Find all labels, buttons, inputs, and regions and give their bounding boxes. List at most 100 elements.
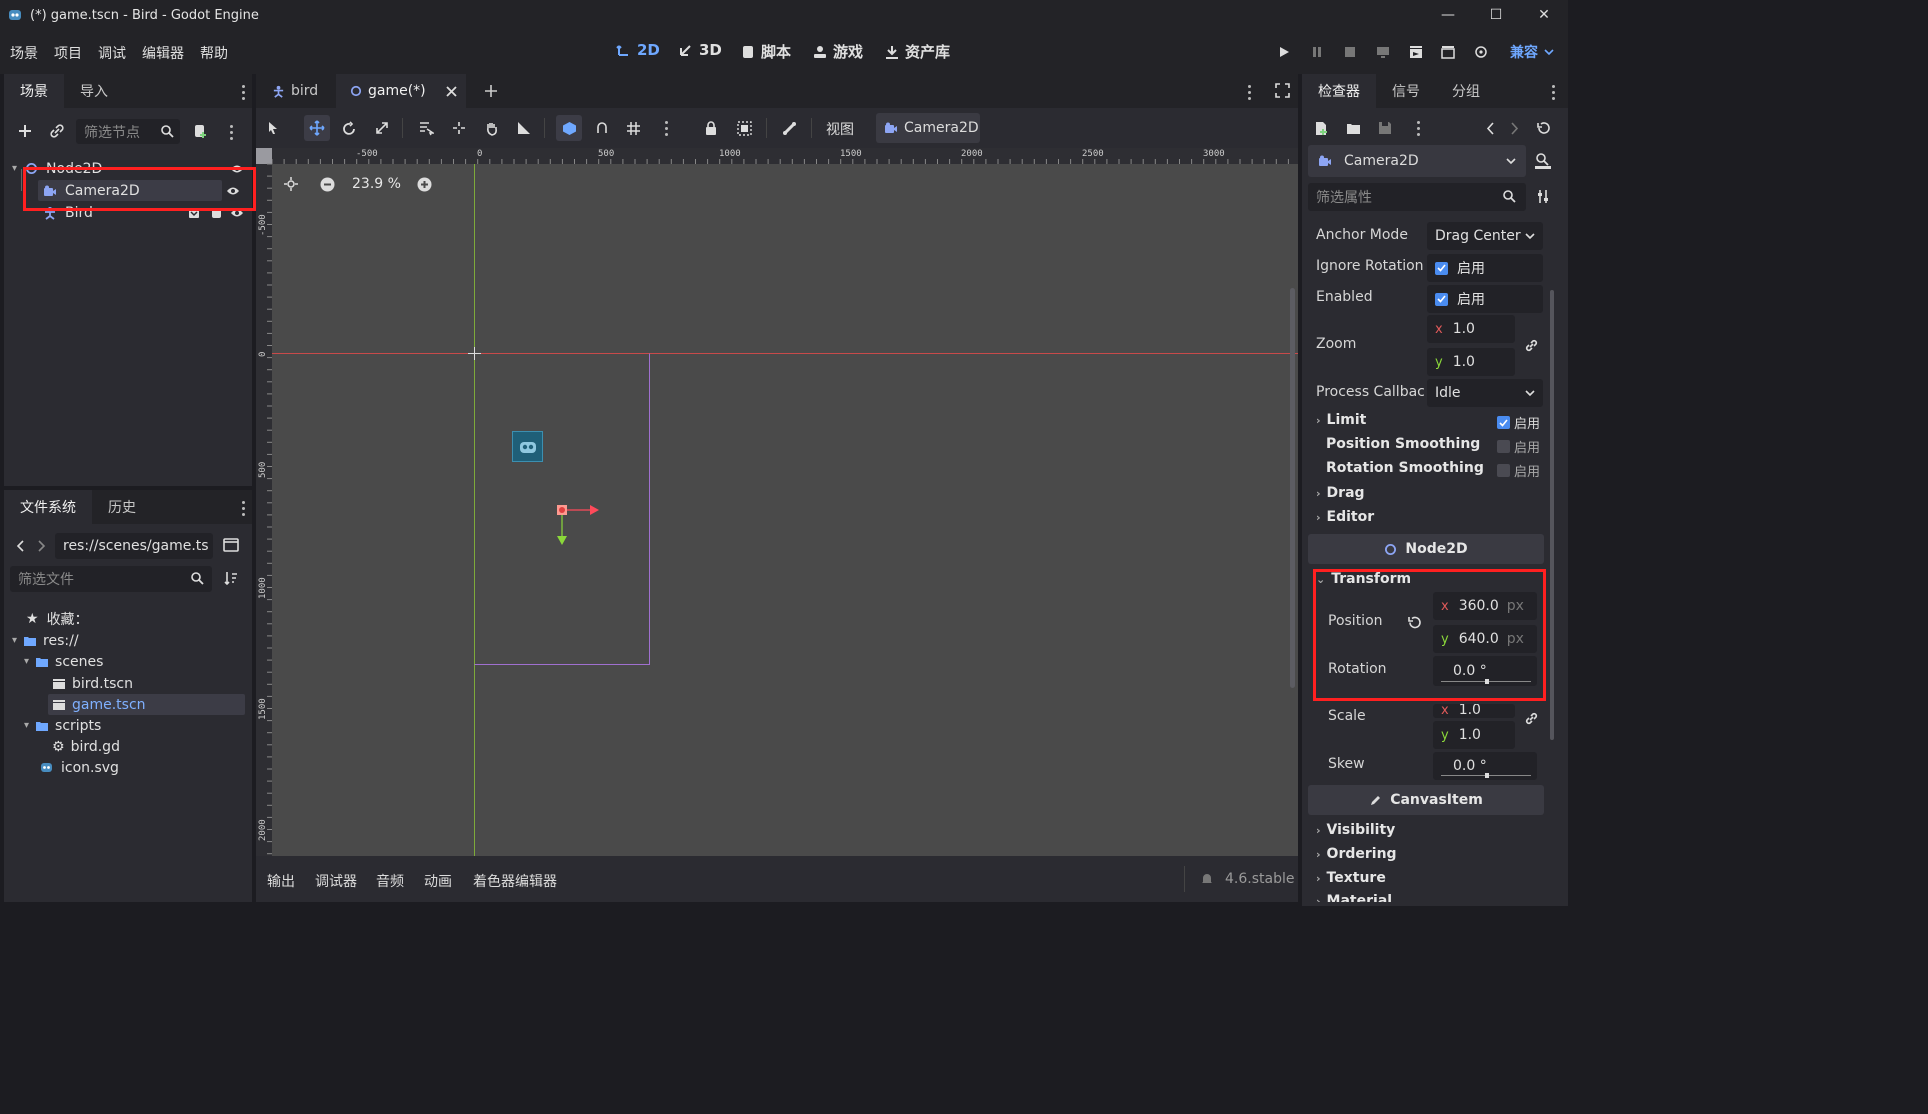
bone-tool-button[interactable] — [778, 117, 800, 139]
inspector-scrollbar[interactable] — [1550, 290, 1554, 740]
grid-snap-button[interactable] — [622, 117, 644, 139]
tab-output[interactable]: 输出 — [267, 871, 295, 891]
open-docs-icon[interactable] — [1534, 152, 1552, 170]
editor-section[interactable]: › Editor — [1316, 509, 1374, 525]
tab-signals[interactable]: 信号 — [1376, 74, 1436, 108]
anchor-mode-dropdown[interactable]: Drag Center — [1427, 222, 1543, 250]
ignore-rotation-checkbox[interactable]: 启用 — [1427, 254, 1543, 282]
tab-groups[interactable]: 分组 — [1436, 74, 1496, 108]
movie-maker-button[interactable] — [1471, 43, 1491, 61]
scenes-folder-row[interactable]: ▾ scenes — [24, 651, 103, 672]
path-field[interactable]: res://scenes/game.ts — [55, 533, 213, 559]
tab-filesystem[interactable]: 文件系统 — [4, 490, 92, 524]
play-button[interactable] — [1274, 43, 1294, 61]
move-gizmo-icon[interactable] — [546, 496, 606, 548]
collapse-arrow-icon[interactable]: ▾ — [24, 656, 29, 667]
instance-scene-button[interactable] — [46, 120, 68, 142]
bell-icon[interactable] — [1200, 872, 1214, 886]
property-filter-input[interactable]: 筛选属性 — [1308, 183, 1526, 211]
link-icon[interactable] — [1524, 711, 1539, 726]
object-history-icon[interactable] — [1536, 121, 1551, 135]
tab-animation[interactable]: 动画 — [424, 871, 452, 891]
zoom-level[interactable]: 23.9 % — [352, 176, 401, 192]
move-tool-button[interactable] — [304, 115, 330, 141]
workspace-2d-button[interactable]: 2D — [616, 41, 660, 59]
object-selector[interactable]: Camera2D — [1308, 145, 1526, 177]
menu-project[interactable]: 项目 — [54, 43, 82, 63]
close-window-button[interactable]: ✕ — [1520, 0, 1568, 30]
pivot-tool-button[interactable] — [448, 117, 470, 139]
minimize-button[interactable]: — — [1424, 0, 1472, 30]
sort-icon[interactable] — [224, 571, 238, 585]
zoom-in-icon[interactable] — [417, 177, 432, 192]
attach-script-button[interactable] — [189, 120, 211, 142]
workspace-3d-button[interactable]: 3D — [678, 41, 722, 59]
material-section[interactable]: › Material — [1316, 893, 1392, 902]
stop-button[interactable] — [1340, 43, 1360, 61]
scene-tree-menu-icon[interactable] — [230, 125, 234, 140]
forward-arrow-icon[interactable] — [36, 540, 46, 552]
pan-tool-button[interactable] — [481, 117, 503, 139]
position-smoothing-checkbox[interactable]: 启用 — [1497, 437, 1540, 456]
ordering-section[interactable]: › Ordering — [1316, 846, 1397, 862]
position-smoothing-section[interactable]: Position Smoothing — [1326, 436, 1480, 452]
maximize-button[interactable]: ☐ — [1472, 0, 1520, 30]
snap-options-button[interactable] — [591, 117, 613, 139]
distraction-free-icon[interactable] — [1275, 83, 1290, 98]
close-icon[interactable] — [446, 85, 457, 97]
scene-tabs-menu-icon[interactable] — [1248, 85, 1252, 100]
scale-x-field[interactable]: x 1.0 — [1433, 704, 1515, 718]
history-forward-icon[interactable] — [1510, 122, 1519, 135]
list-select-button[interactable] — [415, 117, 437, 139]
group-button[interactable] — [733, 117, 755, 139]
history-back-icon[interactable] — [1486, 122, 1495, 135]
play-scene-button[interactable] — [1406, 43, 1426, 61]
inspector-dock-menu-icon[interactable] — [1552, 85, 1556, 100]
collapse-arrow-icon[interactable]: ▾ — [12, 163, 17, 174]
process-callback-dropdown[interactable]: Idle — [1427, 379, 1543, 407]
node-filter-input[interactable]: 筛选节点 — [76, 119, 180, 144]
zoom-out-icon[interactable] — [320, 177, 335, 192]
new-resource-icon[interactable] — [1314, 121, 1328, 136]
visibility-section[interactable]: › Visibility — [1316, 822, 1395, 838]
canvas-viewport[interactable]: -500 0 500 1000 1500 2000 2500 3000 -500… — [256, 148, 1298, 856]
back-arrow-icon[interactable] — [16, 540, 26, 552]
add-node-button[interactable] — [14, 120, 36, 142]
camera2d-menu-button[interactable]: Camera2D — [876, 113, 980, 143]
scene-tab-bird[interactable]: bird — [264, 74, 326, 108]
tab-audio[interactable]: 音频 — [376, 871, 404, 891]
menu-debug[interactable]: 调试 — [98, 43, 126, 63]
texture-section[interactable]: › Texture — [1316, 870, 1386, 886]
smart-snap-button[interactable] — [556, 115, 582, 141]
save-icon[interactable] — [1378, 121, 1392, 135]
open-folder-icon[interactable] — [1346, 122, 1361, 135]
scene-tab-game[interactable]: game(*) — [336, 74, 466, 108]
tab-history[interactable]: 历史 — [92, 490, 152, 524]
rotation-smoothing-checkbox[interactable]: 启用 — [1497, 461, 1540, 480]
bird-gd-row[interactable]: ⚙ bird.gd — [52, 736, 120, 757]
tab-shader-editor[interactable]: 着色器编辑器 — [473, 871, 557, 891]
limit-checkbox[interactable]: 启用 — [1497, 413, 1540, 432]
game-tscn-row[interactable]: game.tscn — [48, 694, 245, 715]
link-icon[interactable] — [1524, 338, 1539, 353]
inspector-tools-menu-icon[interactable] — [1417, 121, 1421, 136]
rotate-tool-button[interactable] — [338, 117, 360, 139]
filesystem-dock-menu-icon[interactable] — [242, 501, 246, 516]
skew-slider-field[interactable]: 0.0 ° — [1433, 752, 1537, 780]
menu-scene[interactable]: 场景 — [10, 43, 38, 63]
bird-tscn-row[interactable]: bird.tscn — [52, 673, 133, 694]
collapse-arrow-icon[interactable]: ▾ — [24, 720, 29, 731]
scale-tool-button[interactable] — [371, 117, 393, 139]
play-custom-scene-button[interactable] — [1438, 43, 1458, 61]
viewport-scrollbar[interactable] — [1290, 288, 1295, 688]
view-menu[interactable]: 视图 — [826, 119, 854, 139]
renderer-selector[interactable]: 兼容 — [1510, 42, 1554, 62]
tab-import[interactable]: 导入 — [64, 74, 124, 108]
menu-help[interactable]: 帮助 — [200, 43, 228, 63]
lock-button[interactable] — [700, 117, 722, 139]
bird-sprite[interactable] — [512, 431, 543, 462]
ruler-tool-button[interactable] — [513, 117, 535, 139]
rotation-smoothing-section[interactable]: Rotation Smoothing — [1326, 460, 1484, 476]
workspace-script-button[interactable]: 脚本 — [740, 41, 791, 62]
toggle-split-icon[interactable] — [223, 538, 239, 552]
